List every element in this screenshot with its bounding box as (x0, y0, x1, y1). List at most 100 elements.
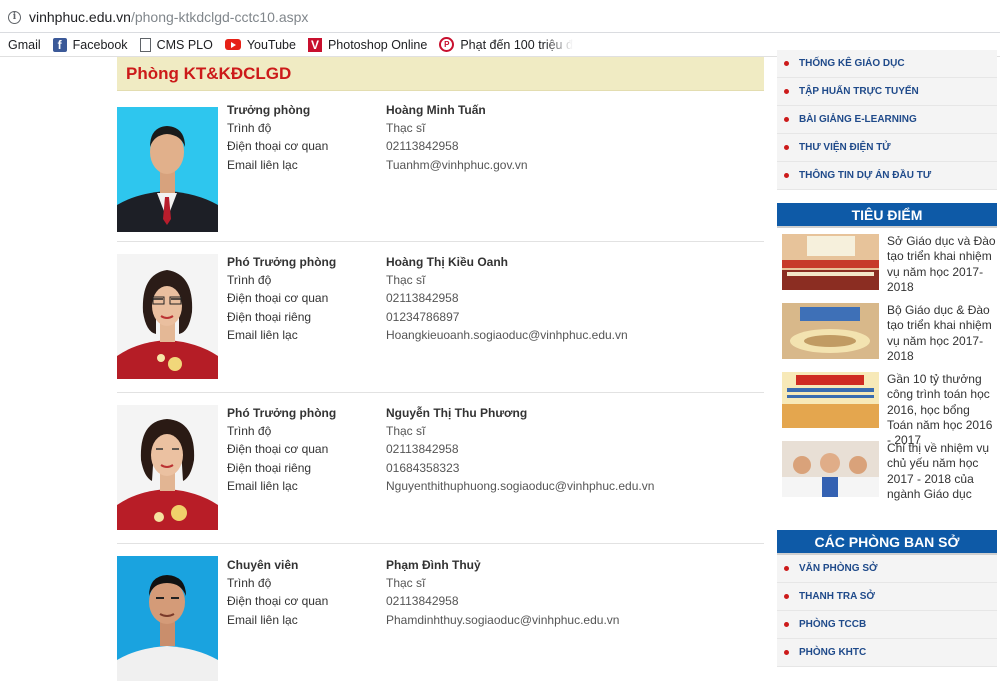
field-label: Điện thoại cơ quan (227, 139, 329, 154)
staff-photo (117, 107, 218, 232)
field-value: Thạc sĩ (386, 121, 426, 136)
bullet-icon (784, 89, 789, 94)
news-link[interactable]: Chỉ thị về nhiệm vụ chủ yếu năm học 2017… (887, 441, 997, 502)
news-thumbnail[interactable] (782, 303, 879, 359)
staff-role: Phó Trưởng phòng (227, 406, 337, 421)
staff-photo (117, 405, 218, 530)
sidebar-item-label: BÀI GIẢNG E-LEARNING (799, 114, 917, 125)
staff-entry: Phó Trưởng phòng Nguyễn Thị Thu Phương Tr… (117, 393, 764, 544)
sidebar-item-label: VĂN PHÒNG SỞ (799, 563, 878, 574)
bookmark-facebook[interactable]: f Facebook (52, 37, 128, 52)
address-bar[interactable]: i vinhphuc.edu.vn/phong-ktkdclgd-cctc10.… (0, 0, 1000, 33)
sidebar-item-e-learning[interactable]: BÀI GIẢNG E-LEARNING (777, 106, 997, 134)
page-icon (139, 37, 151, 52)
section-header: Phòng KT&KĐCLGD (117, 57, 764, 91)
email-value: Nguyenthithuphuong.sogiaoduc@vinhphuc.ed… (386, 478, 655, 493)
bullet-icon (784, 594, 789, 599)
url-domain: vinhphuc.edu.vn (29, 9, 131, 25)
field-value: 02113842958 (386, 594, 459, 609)
news-link[interactable]: Gần 10 tỷ thưởng công trình toán học 201… (887, 372, 997, 448)
news-item[interactable]: Chỉ thị về nhiệm vụ chủ yếu năm học 2017… (777, 438, 997, 507)
field-value: 01234786897 (386, 309, 460, 324)
bookmark-photoshop[interactable]: V Photoshop Online (307, 37, 427, 52)
photoshop-icon: V (307, 37, 322, 52)
field-label: Điện thoại riêng (227, 309, 312, 324)
youtube-icon (224, 39, 241, 50)
field-value: 02113842958 (386, 139, 459, 154)
staff-role: Phó Trưởng phòng (227, 255, 337, 270)
bookmark-gmail[interactable]: Gmail (8, 38, 41, 52)
bookmark-cms-plo[interactable]: CMS PLO (139, 37, 213, 52)
news-item[interactable]: Bộ Giáo dục & Đào tạo triển khai nhiệm v… (777, 300, 997, 369)
news-link[interactable]: Sở Giáo dục và Đào tạo triển khai nhiệm … (887, 234, 997, 295)
main-content: Phòng KT&KĐCLGD Trưởng phòng Hoàng Minh T… (117, 57, 764, 695)
field-value: Thạc sĩ (386, 273, 426, 288)
bookmark-label: YouTube (246, 37, 296, 52)
bullet-icon (784, 566, 789, 571)
field-label: Điện thoại riêng (227, 460, 312, 475)
sidebar-item-thong-ke[interactable]: THỐNG KÊ GIÁO DỤC (777, 50, 997, 78)
url-field[interactable]: i vinhphuc.edu.vn/phong-ktkdclgd-cctc10.… (0, 4, 1000, 30)
site-info-icon[interactable]: i (8, 10, 21, 24)
staff-info: Chuyên viên Phạm Đình Thuỷ Trình độ Thạc s… (227, 556, 619, 629)
field-label: Email liên lạc (227, 612, 298, 627)
field-label: Điện thoại cơ quan (227, 291, 329, 306)
staff-entry: Trưởng phòng Hoàng Minh Tuấn Trình độ Thạc… (117, 91, 764, 242)
url-path: /phong-ktkdclgd-cctc10.aspx (130, 9, 309, 25)
field-label: Trình độ (227, 121, 272, 136)
bookmark-label: Gmail (8, 37, 41, 52)
bookmark-news[interactable]: P Phạt đến 100 triệu đ (439, 37, 573, 52)
sidebar-item-tap-huan[interactable]: TẬP HUẤN TRỰC TUYẾN (777, 78, 997, 106)
field-label: Trình độ (227, 273, 272, 288)
field-label: Điện thoại cơ quan (227, 594, 329, 609)
sidebar-item-thanh-tra[interactable]: THANH TRA SỞ (777, 583, 997, 611)
staff-name: Phạm Đình Thuỷ (386, 558, 481, 573)
field-value: Thạc sĩ (386, 576, 426, 591)
sidebar-item-du-an[interactable]: THÔNG TIN DỰ ÁN ĐẦU TƯ (777, 162, 997, 190)
news-item[interactable]: Sở Giáo dục và Đào tạo triển khai nhiệm … (777, 231, 997, 300)
staff-info: Phó Trưởng phòng Nguyễn Thị Thu Phương Tr… (227, 404, 654, 495)
highlights-box: TIÊU ĐIỂM Sở Giáo dục và Đào tạo triển k… (777, 203, 997, 507)
sidebar-item-khtc[interactable]: PHÒNG KHTC (777, 639, 997, 667)
bullet-icon (784, 650, 789, 655)
news-thumbnail[interactable] (782, 234, 879, 290)
news-thumbnail[interactable] (782, 441, 879, 497)
bullet-icon (784, 117, 789, 122)
sidebar-item-tccb[interactable]: PHÒNG TCCB (777, 611, 997, 639)
field-value: 02113842958 (386, 442, 459, 457)
departments-title: CÁC PHÒNG BAN SỞ (777, 530, 997, 555)
bookmark-label: Facebook (72, 37, 128, 52)
bookmark-youtube[interactable]: YouTube (224, 37, 296, 52)
sidebar-item-label: THANH TRA SỞ (799, 591, 875, 602)
field-value: 02113842958 (386, 291, 459, 306)
field-label: Email liên lạc (227, 327, 298, 342)
news-item[interactable]: Gần 10 tỷ thưởng công trình toán học 201… (777, 369, 997, 447)
bullet-icon (784, 61, 789, 66)
staff-entry: Chuyên viên Phạm Đình Thuỷ Trình độ Thạc s… (117, 544, 764, 695)
bookmark-label: Phạt đến 100 triệu đ (460, 37, 573, 52)
staff-photo (117, 254, 218, 379)
sidebar-item-label: THÔNG TIN DỰ ÁN ĐẦU TƯ (799, 170, 932, 181)
bullet-icon (784, 173, 789, 178)
staff-name: Nguyễn Thị Thu Phương (386, 406, 528, 421)
page-title: Phòng KT&KĐCLGD (126, 63, 292, 83)
news-link[interactable]: Bộ Giáo dục & Đào tạo triển khai nhiệm v… (887, 303, 997, 364)
staff-name: Hoàng Thị Kiều Oanh (386, 255, 508, 270)
email-value: Tuanhm@vinhphuc.gov.vn (386, 157, 528, 172)
field-value: Thạc sĩ (386, 424, 426, 439)
staff-role: Trưởng phòng (227, 103, 311, 118)
bookmark-label: CMS PLO (156, 37, 213, 52)
staff-info: Trưởng phòng Hoàng Minh Tuấn Trình độ Thạc… (227, 101, 528, 174)
sidebar-item-van-phong[interactable]: VĂN PHÒNG SỞ (777, 555, 997, 583)
field-label: Email liên lạc (227, 478, 298, 493)
field-label: Trình độ (227, 576, 272, 591)
sidebar-item-thu-vien[interactable]: THƯ VIỆN ĐIỆN TỬ (777, 134, 997, 162)
email-value: Phamdinhthuy.sogiaoduc@vinhphuc.edu.vn (386, 612, 620, 627)
news-thumbnail[interactable] (782, 372, 879, 428)
field-label: Điện thoại cơ quan (227, 442, 329, 457)
sidebar-item-label: PHÒNG KHTC (799, 647, 867, 658)
sidebar-top-menu: THỐNG KÊ GIÁO DỤC TẬP HUẤN TRỰC TUYẾN BÀ… (777, 50, 997, 190)
facebook-icon: f (52, 37, 67, 52)
staff-photo (117, 556, 218, 681)
field-label: Email liên lạc (227, 157, 298, 172)
